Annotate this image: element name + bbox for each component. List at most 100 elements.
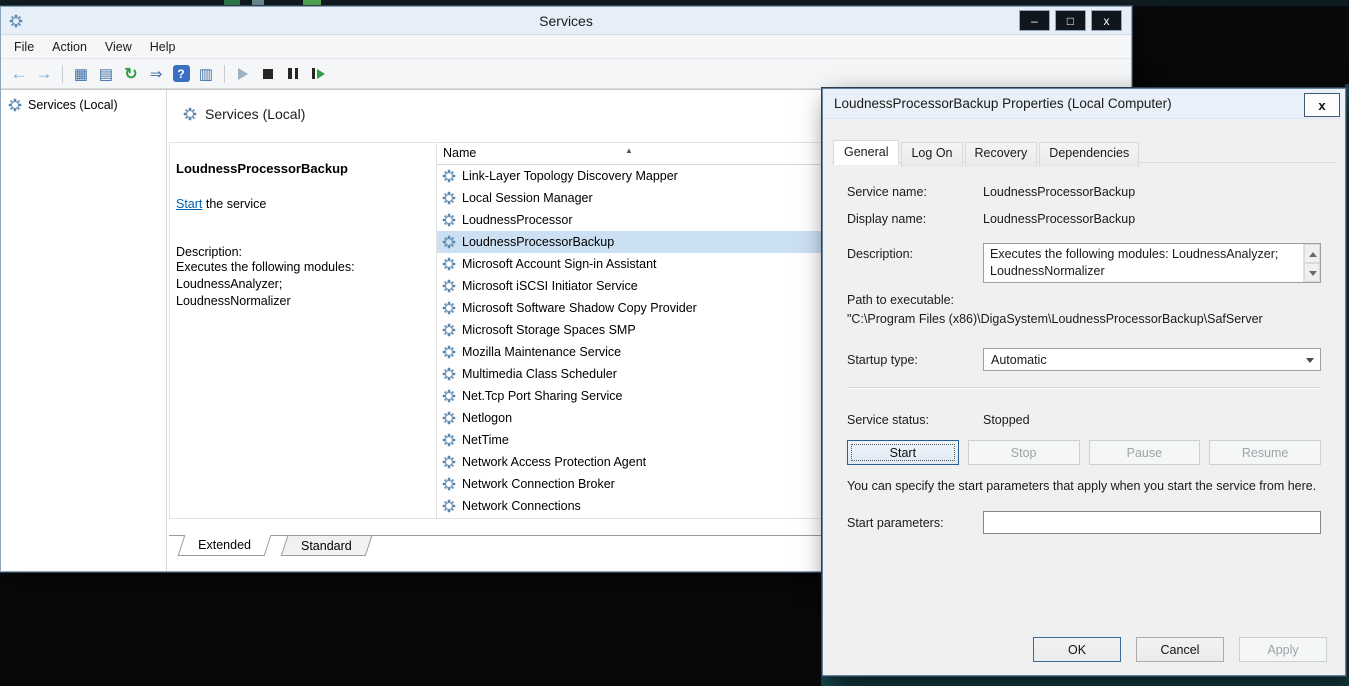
service-gear-icon — [442, 411, 456, 425]
description-text: Executes the following modules: Loudness… — [984, 244, 1303, 282]
start-parameters-label: Start parameters: — [847, 516, 983, 530]
service-gear-icon — [442, 433, 456, 447]
path-label: Path to executable: — [847, 293, 1321, 307]
services-window-titlebar[interactable]: Services – □ x — [1, 7, 1131, 35]
service-name-label: LoudnessProcessorBackup — [462, 235, 614, 249]
help-icon: ? — [173, 65, 190, 82]
refresh-icon: ↻ — [124, 64, 137, 84]
service-control-buttons: Start Stop Pause Resume — [847, 440, 1321, 465]
properties-dialog: LoudnessProcessorBackup Properties (Loca… — [822, 88, 1346, 676]
stop-service-button[interactable] — [256, 62, 280, 86]
start-parameters-input[interactable] — [983, 511, 1321, 534]
service-gear-icon — [442, 477, 456, 491]
extended-view-button[interactable]: ▥ — [194, 62, 218, 86]
service-gear-icon — [442, 279, 456, 293]
service-gear-icon — [442, 345, 456, 359]
desktop-bottom-edge — [821, 677, 1349, 686]
dialog-footer-buttons: OK Cancel Apply — [1033, 637, 1327, 662]
scroll-up-icon[interactable] — [1304, 244, 1320, 263]
startup-type-label: Startup type: — [847, 353, 983, 367]
general-tab-page: Service name: LoudnessProcessorBackup Di… — [831, 162, 1337, 631]
maximize-icon: □ — [1067, 15, 1074, 27]
properties-button[interactable]: ▤ — [94, 62, 118, 86]
chevron-down-icon — [1306, 358, 1314, 363]
description-label: Description: — [176, 245, 428, 259]
service-gear-icon — [442, 389, 456, 403]
service-gear-icon — [442, 169, 456, 183]
service-status-label: Service status: — [847, 413, 983, 427]
properties-icon: ▤ — [99, 65, 113, 83]
restart-service-button[interactable] — [306, 62, 330, 86]
tab-general[interactable]: General — [833, 140, 899, 165]
service-name-label: Link-Layer Topology Discovery Mapper — [462, 169, 678, 183]
cancel-button[interactable]: Cancel — [1136, 637, 1224, 662]
apply-button: Apply — [1239, 637, 1327, 662]
close-button[interactable]: x — [1091, 10, 1122, 31]
tree-item-services-local[interactable]: Services (Local) — [1, 95, 166, 115]
tab-recovery[interactable]: Recovery — [965, 142, 1038, 167]
description-label: Description: — [847, 243, 983, 261]
help-button[interactable]: ? — [169, 62, 193, 86]
tab-dependencies[interactable]: Dependencies — [1039, 142, 1139, 167]
menu-action[interactable]: Action — [43, 37, 96, 57]
service-name-label: Multimedia Class Scheduler — [462, 367, 617, 381]
service-name-label: Network Connections — [462, 499, 581, 513]
start-button[interactable]: Start — [847, 440, 959, 465]
service-gear-icon — [442, 323, 456, 337]
console-tree-pane: Services (Local) — [1, 90, 167, 571]
dialog-close-button[interactable]: x — [1304, 93, 1340, 117]
menu-help[interactable]: Help — [141, 37, 185, 57]
description-line: LoudnessAnalyzer; — [176, 276, 428, 293]
dialog-titlebar[interactable]: LoudnessProcessorBackup Properties (Loca… — [823, 89, 1345, 119]
play-icon — [238, 68, 248, 80]
path-value: "C:\Program Files (x86)\DigaSystem\Loudn… — [847, 312, 1321, 326]
service-name-label: Network Access Protection Agent — [462, 455, 646, 469]
close-icon: x — [1104, 15, 1110, 27]
pause-icon — [288, 68, 298, 79]
pause-service-button[interactable] — [281, 62, 305, 86]
pause-button: Pause — [1089, 440, 1201, 465]
start-service-line: Start the service — [176, 197, 428, 211]
menu-view[interactable]: View — [96, 37, 141, 57]
separator-line — [847, 387, 1321, 389]
stop-icon — [263, 69, 273, 79]
ok-button[interactable]: OK — [1033, 637, 1121, 662]
maximize-button[interactable]: □ — [1055, 10, 1086, 31]
description-line: Executes the following modules: — [176, 259, 428, 276]
toolbar-separator — [62, 65, 63, 83]
display-name-value: LoudnessProcessorBackup — [983, 212, 1135, 226]
services-header-icon — [183, 107, 197, 121]
startup-type-dropdown[interactable]: Automatic — [983, 348, 1321, 371]
forward-icon: → — [36, 64, 53, 84]
minimize-button[interactable]: – — [1019, 10, 1050, 31]
back-button[interactable]: ← — [7, 62, 31, 86]
description-textbox[interactable]: Executes the following modules: Loudness… — [983, 243, 1321, 283]
startup-type-value: Automatic — [991, 353, 1047, 367]
resume-button: Resume — [1209, 440, 1321, 465]
tab-extended[interactable]: Extended — [178, 535, 272, 556]
show-console-tree-button[interactable]: ▦ — [69, 62, 93, 86]
sort-ascending-icon: ▲ — [625, 146, 633, 155]
toolbar-separator — [224, 65, 225, 83]
start-service-button[interactable] — [231, 62, 255, 86]
service-gear-icon — [442, 213, 456, 227]
service-gear-icon — [442, 191, 456, 205]
forward-button[interactable]: → — [32, 62, 56, 86]
refresh-button[interactable]: ↻ — [119, 62, 143, 86]
service-name-label: Microsoft Account Sign-in Assistant — [462, 257, 657, 271]
service-detail-panel: LoudnessProcessorBackup Start the servic… — [170, 143, 436, 518]
export-list-button[interactable]: ⇒ — [144, 62, 168, 86]
menu-file[interactable]: File — [5, 37, 43, 57]
start-service-link[interactable]: Start — [176, 197, 202, 211]
service-name-label: NetTime — [462, 433, 509, 447]
tab-log-on[interactable]: Log On — [901, 142, 962, 167]
restart-icon — [312, 68, 325, 79]
tab-standard[interactable]: Standard — [281, 536, 372, 556]
scroll-down-icon[interactable] — [1304, 263, 1320, 282]
service-gear-icon — [442, 455, 456, 469]
service-name-label: Microsoft Storage Spaces SMP — [462, 323, 636, 337]
service-name-label: Network Connection Broker — [462, 477, 615, 491]
back-icon: ← — [11, 64, 28, 84]
start-service-suffix: the service — [202, 197, 266, 211]
toolbar: ← → ▦ ▤ ↻ ⇒ ? ▥ — [1, 59, 1131, 89]
